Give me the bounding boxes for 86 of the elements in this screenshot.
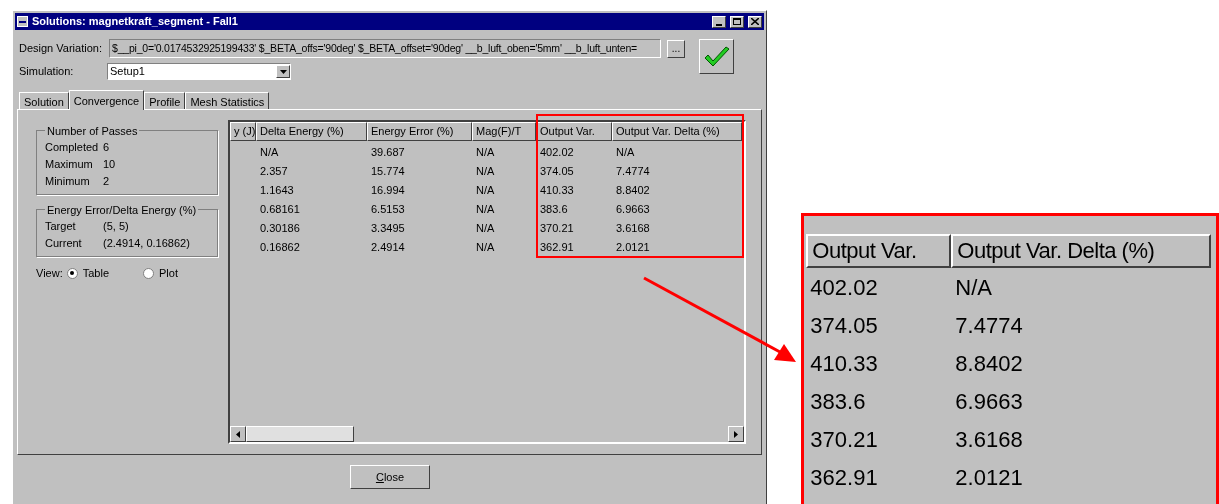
- table-cell-text: 3.6168: [615, 221, 651, 237]
- table-cell-text: 383.6: [539, 202, 569, 218]
- table-cell-text: 8.8402: [954, 349, 1024, 378]
- table-cell-text: 2.357: [259, 164, 289, 180]
- table-cell-text: 2.4914: [370, 240, 406, 256]
- table-cell-text: N/A: [615, 145, 636, 161]
- table-cell-text: N/A: [475, 164, 496, 180]
- table-cell-text: N/A: [475, 202, 496, 218]
- table-cell-text: 402.02: [809, 273, 879, 302]
- field-value: 10: [103, 157, 116, 173]
- field-label: Maximum: [45, 157, 94, 173]
- design-variation-field[interactable]: $__pi_0='0.0174532925199433' $_BETA_offs='90deg' $_BETA_offset='90deg' __b_luft_oben='5mm' __b_luft_unten=: [109, 39, 661, 58]
- radio-button[interactable]: [143, 267, 154, 279]
- radio-button[interactable]: [66, 267, 78, 279]
- tab[interactable]: Convergence: [68, 90, 145, 110]
- scrollbar-thumb[interactable]: [246, 426, 354, 442]
- table-cell-text: N/A: [259, 145, 280, 161]
- table-cell-text: 362.91: [539, 240, 575, 256]
- simulation-dropdown[interactable]: Setup1: [107, 63, 291, 80]
- table-cell-text: 8.8402: [615, 183, 651, 199]
- field-value: (2.4914, 0.16862): [103, 236, 190, 252]
- tab[interactable]: Mesh Statistics: [185, 92, 270, 109]
- table-cell-text: 6.5153: [370, 202, 406, 218]
- table-cell-text: 0.30186: [259, 221, 301, 237]
- table-cell-text: 370.21: [809, 425, 879, 454]
- field-label: Current: [45, 236, 83, 252]
- close-button[interactable]: Close: [350, 465, 430, 489]
- field-label: Minimum: [45, 174, 91, 190]
- table-cell-text: 3.6168: [954, 425, 1024, 454]
- field-label: Simulation:: [19, 64, 75, 80]
- field-label: Design Variation:: [19, 41, 103, 57]
- field-label: Completed: [45, 140, 100, 156]
- browse-button[interactable]: ...: [667, 39, 685, 58]
- radio-label[interactable]: Plot: [159, 265, 178, 282]
- table-cell-text: 3.3495: [370, 221, 406, 237]
- table-cell-text: 374.05: [809, 311, 879, 340]
- table-cell-text: N/A: [475, 145, 496, 161]
- table-cell-text: 7.4774: [954, 311, 1024, 340]
- table-cell-text: 16.994: [370, 183, 406, 199]
- field-label: Target: [45, 219, 77, 235]
- minimize-icon[interactable]: [712, 15, 727, 28]
- column-header[interactable]: Energy Error (%): [367, 122, 472, 141]
- tab[interactable]: Solution: [19, 92, 69, 109]
- column-header[interactable]: Delta Energy (%): [256, 122, 367, 141]
- column-header[interactable]: y (J): [230, 122, 256, 141]
- table-cell-text: 2.0121: [954, 463, 1024, 492]
- column-header[interactable]: Mag(F)/T: [472, 122, 536, 141]
- table-cell-text: 39.687: [370, 145, 406, 161]
- close-icon[interactable]: [748, 15, 763, 28]
- column-header[interactable]: Output Var.: [536, 122, 612, 141]
- table-cell-text: 383.6: [809, 387, 867, 416]
- view-label: View:: [36, 266, 63, 281]
- column-header[interactable]: Output Var. Delta (%): [612, 122, 742, 141]
- checkmark-icon: [703, 45, 730, 68]
- table-cell-text: N/A: [954, 273, 994, 302]
- table-cell-text: N/A: [475, 183, 496, 199]
- table-cell-text: 374.05: [539, 164, 575, 180]
- radio-label[interactable]: Table: [82, 265, 109, 282]
- table-cell-text: 402.02: [539, 145, 575, 161]
- table-cell-text: 0.68161: [259, 202, 301, 218]
- horizontal-scrollbar[interactable]: [230, 426, 744, 442]
- field-value: 6: [103, 140, 110, 156]
- window-title: Solutions: magnetkraft_segment - Fall1: [32, 14, 239, 30]
- maximize-icon[interactable]: [730, 15, 745, 28]
- table-cell-text: 362.91: [809, 463, 879, 492]
- table-cell-text: 410.33: [809, 349, 879, 378]
- table-cell-text: 2.0121: [615, 240, 651, 256]
- table-cell-text: N/A: [475, 240, 496, 256]
- scroll-left-icon[interactable]: [230, 426, 246, 442]
- table-cell-text: 6.9663: [615, 202, 651, 218]
- table-cell-text: 410.33: [539, 183, 575, 199]
- table-cell-text: 7.4774: [615, 164, 651, 180]
- table-cell-text: 15.774: [370, 164, 406, 180]
- table-cell-text: 0.16862: [259, 240, 301, 256]
- table-cell-text: N/A: [475, 221, 496, 237]
- table-cell-text: 370.21: [539, 221, 575, 237]
- column-header: Output Var. Delta (%): [951, 234, 1212, 268]
- column-header: Output Var.: [806, 234, 952, 268]
- scroll-right-icon[interactable]: [728, 426, 744, 442]
- table-cell-text: 1.1643: [259, 183, 295, 199]
- table-cell-text: 6.9663: [954, 387, 1024, 416]
- window-menu-icon[interactable]: [17, 16, 28, 27]
- tab[interactable]: Profile: [144, 92, 186, 109]
- field-value: (5, 5): [103, 219, 129, 235]
- field-value: 2: [103, 174, 110, 190]
- apply-check-button[interactable]: [699, 39, 734, 74]
